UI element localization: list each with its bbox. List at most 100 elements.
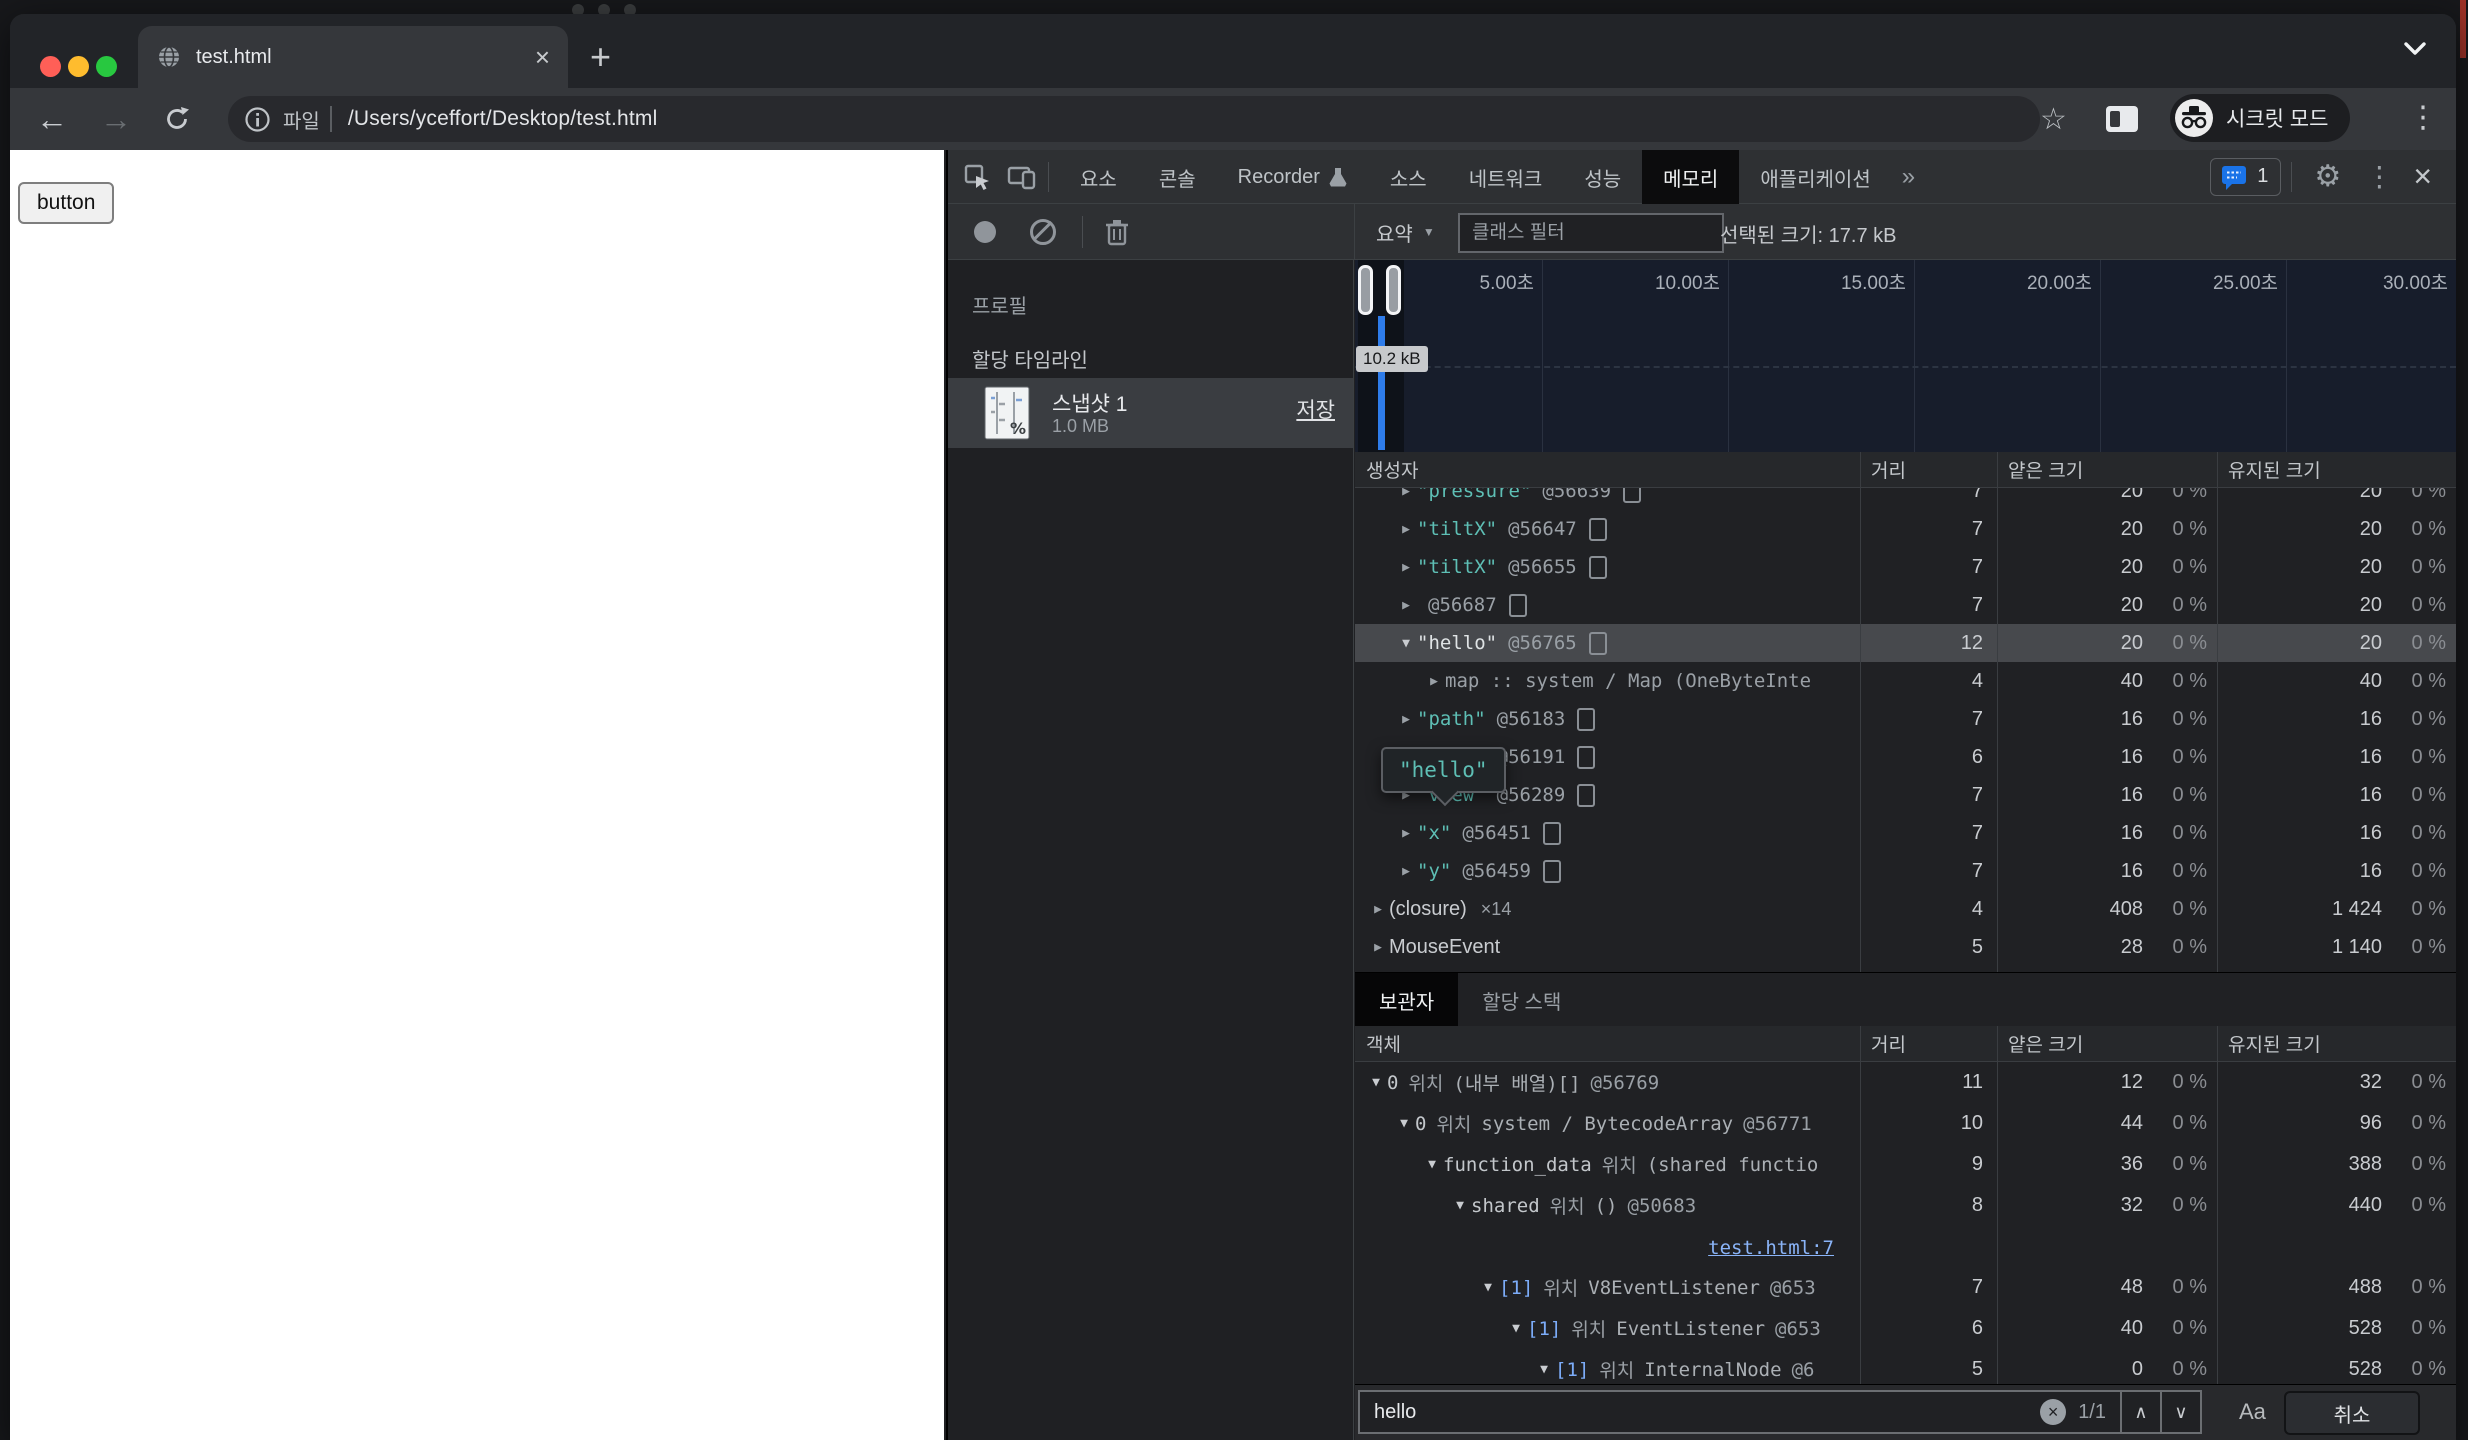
side-panel-icon[interactable] [2106, 106, 2138, 132]
column-header[interactable]: 얕은 크기 [1997, 1030, 2217, 1057]
devtools-menu-kebab-icon[interactable]: ⋮ [2365, 160, 2393, 193]
page-button[interactable]: button [18, 182, 115, 224]
table-row[interactable]: ▶ map :: system / Map (OneByteInte 4 40 0 % 4… [1355, 662, 2456, 700]
record-heap-button[interactable] [974, 221, 996, 243]
table-row[interactable]: ▶ (closure) ×14 4 408 0 % 1 424 0 % [1355, 890, 2456, 928]
browser-tab[interactable]: test.html × [138, 26, 568, 88]
class-filter-input[interactable] [1458, 213, 1724, 253]
column-header[interactable]: 생성자 [1355, 456, 1860, 483]
expand-arrow-icon[interactable]: ▶ [1367, 902, 1389, 917]
reveal-object-icon[interactable] [1508, 593, 1527, 617]
back-icon[interactable]: ← [36, 100, 68, 138]
match-case-toggle[interactable]: Aa [2239, 1399, 2266, 1425]
bookmark-star-icon[interactable]: ☆ [2040, 102, 2067, 137]
clear-profiles-icon[interactable] [1030, 219, 1056, 245]
collapse-arrow-icon[interactable]: ▼ [1393, 1116, 1415, 1131]
zoom-window-button[interactable] [96, 56, 117, 77]
table-row[interactable]: ▶ "x" @56451 7 16 0 % 16 0 % [1355, 814, 2456, 852]
perspective-select[interactable]: 요약 ▼ [1376, 217, 1435, 247]
reveal-object-icon[interactable] [1623, 488, 1642, 503]
close-window-button[interactable] [40, 56, 61, 77]
devtools-tab-콘솔[interactable]: 콘솔 [1138, 150, 1217, 204]
constructor-table-header[interactable]: 생성자 거리 얕은 크기 유지된 크기 [1355, 452, 2456, 488]
table-row[interactable]: ▶"view"@562897160 %160 % [1355, 776, 2456, 814]
column-header[interactable]: 거리 [1860, 456, 1997, 483]
devtools-tab-메모리[interactable]: 메모리 [1642, 150, 1740, 204]
reveal-object-icon[interactable] [1588, 631, 1607, 655]
collapse-arrow-icon[interactable]: ▼ [1395, 636, 1417, 651]
devtools-tab-애플리케이션[interactable]: 애플리케이션 [1739, 150, 1891, 204]
collapse-arrow-icon[interactable]: ▼ [1505, 1321, 1527, 1336]
url-text[interactable]: /Users/yceffort/Desktop/test.html [348, 107, 658, 131]
reveal-object-icon[interactable] [1577, 745, 1596, 769]
minimize-window-button[interactable] [68, 56, 89, 77]
collapse-arrow-icon[interactable]: ▼ [1449, 1198, 1471, 1213]
column-header[interactable]: 유지된 크기 [2217, 456, 2456, 483]
tab-close-icon[interactable]: × [535, 44, 550, 70]
table-row[interactable]: ▼ [1] 위치 InternalNode @6 5 0 0 % 528 0 % [1355, 1349, 2456, 1383]
search-input[interactable] [1360, 1400, 2041, 1424]
devtools-tab-네트워크[interactable]: 네트워크 [1448, 150, 1564, 204]
table-row[interactable]: ▶ "pressure" @56639 7 20 0 % 20 0 % [1355, 488, 2456, 510]
reveal-object-icon[interactable] [1588, 517, 1607, 541]
table-row[interactable]: ▼ function_data 위치 (shared functio 9 36 0 % 388… [1355, 1144, 2456, 1185]
expand-arrow-icon[interactable]: ▶ [1367, 940, 1389, 955]
retainers-tab-보관자[interactable]: 보관자 [1355, 973, 1459, 1027]
table-row[interactable]: ▶ "path" @56183 7 16 0 % 16 0 % [1355, 700, 2456, 738]
collapse-arrow-icon[interactable]: ▼ [1421, 1157, 1443, 1172]
reveal-object-icon[interactable] [1577, 707, 1596, 731]
inspect-element-icon[interactable] [962, 162, 992, 192]
delete-profile-trash-icon[interactable] [1104, 217, 1130, 247]
reveal-object-icon[interactable] [1542, 859, 1561, 883]
search-clear-icon[interactable]: × [2040, 1399, 2067, 1425]
table-row[interactable]: ▼ [1] 위치 EventListener @653 6 40 0 % 528 0 % [1355, 1308, 2456, 1349]
collapse-arrow-icon[interactable]: ▼ [1365, 1075, 1387, 1090]
search-previous-button[interactable]: ∧ [2120, 1392, 2160, 1432]
expand-arrow-icon[interactable]: ▶ [1423, 674, 1445, 689]
search-field[interactable]: × 1/1 ∧ ∨ [1358, 1390, 2202, 1434]
new-tab-button[interactable]: + [590, 36, 611, 78]
expand-arrow-icon[interactable]: ▶ [1395, 864, 1417, 879]
snapshot-save-link[interactable]: 저장 [1296, 394, 1335, 424]
reveal-object-icon[interactable] [1588, 555, 1607, 579]
expand-arrow-icon[interactable]: ▶ [1395, 598, 1417, 613]
issues-badge[interactable]: 1 [2210, 157, 2282, 196]
settings-gear-icon[interactable]: ⚙ [2314, 159, 2341, 194]
reveal-object-icon[interactable] [1542, 821, 1561, 845]
browser-menu-kebab-icon[interactable]: ⋮ [2408, 100, 2438, 135]
expand-arrow-icon[interactable]: ▶ [1395, 826, 1417, 841]
table-row[interactable]: ▶ MouseEvent 5 28 0 % 1 140 0 % [1355, 928, 2456, 966]
search-next-button[interactable]: ∨ [2160, 1392, 2200, 1432]
table-row[interactable]: ▶ "y" @56459 7 16 0 % 16 0 % [1355, 852, 2456, 890]
table-row[interactable]: ▼ 0 위치 (내부 배열)[] @56769 11 12 0 % 32 0 % [1355, 1062, 2456, 1103]
expand-arrow-icon[interactable]: ▶ [1395, 488, 1417, 499]
selection-handle-right[interactable] [1386, 265, 1401, 315]
devtools-close-icon[interactable]: × [2413, 158, 2432, 195]
expand-arrow-icon[interactable]: ▶ [1395, 522, 1417, 537]
table-row[interactable]: ▼ shared 위치() @50683 8 32 0 % 440 0 % [1355, 1185, 2456, 1226]
devtools-tab-소스[interactable]: 소스 [1369, 150, 1448, 204]
incognito-badge[interactable]: 시크릿 모드 [2170, 94, 2351, 142]
search-cancel-button[interactable]: 취소 [2284, 1391, 2420, 1435]
devtools-tab-요소[interactable]: 요소 [1059, 150, 1138, 204]
column-header[interactable]: 얕은 크기 [1997, 456, 2217, 483]
table-row[interactable]: test.html:7 [1355, 1226, 2456, 1267]
table-row[interactable]: ▶"NONE"@561916160 %160 % [1355, 738, 2456, 776]
collapse-arrow-icon[interactable]: ▼ [1533, 1362, 1555, 1377]
table-row[interactable]: ▼ [1] 위치 V8EventListener @653 7 48 0 % 488 0 % [1355, 1267, 2456, 1308]
reload-icon[interactable] [162, 104, 192, 134]
collapse-arrow-icon[interactable]: ▼ [1477, 1280, 1499, 1295]
table-row[interactable]: ▶ @56687 7 20 0 % 20 0 % [1355, 586, 2456, 624]
expand-arrow-icon[interactable]: ▶ [1395, 712, 1417, 727]
devtools-tab-Recorder[interactable]: Recorder [1217, 150, 1369, 204]
device-toolbar-icon[interactable] [1006, 162, 1038, 192]
column-header[interactable]: 유지된 크기 [2217, 1030, 2456, 1057]
table-row[interactable]: ▶ "tiltX" @56655 7 20 0 % 20 0 % [1355, 548, 2456, 586]
column-header[interactable]: 거리 [1860, 1030, 1997, 1057]
address-bar[interactable]: 파일 /Users/yceffort/Desktop/test.html [228, 96, 2040, 142]
devtools-tab-성능[interactable]: 성능 [1563, 150, 1642, 204]
table-row[interactable]: ▼ "hello" @56765 12 20 0 % 20 0 % [1355, 624, 2456, 662]
snapshot-list-item[interactable]: % 스냅샷 1 1.0 MB 저장 [948, 378, 1353, 448]
allocation-timeline[interactable]: 5.00초 10.00초 15.00초 20.00초 25.00초 30.00초 10.2… [1355, 260, 2456, 453]
table-row[interactable]: ▼ 0 위치 system / BytecodeArray @56771 10 44 0 % 9… [1355, 1103, 2456, 1144]
